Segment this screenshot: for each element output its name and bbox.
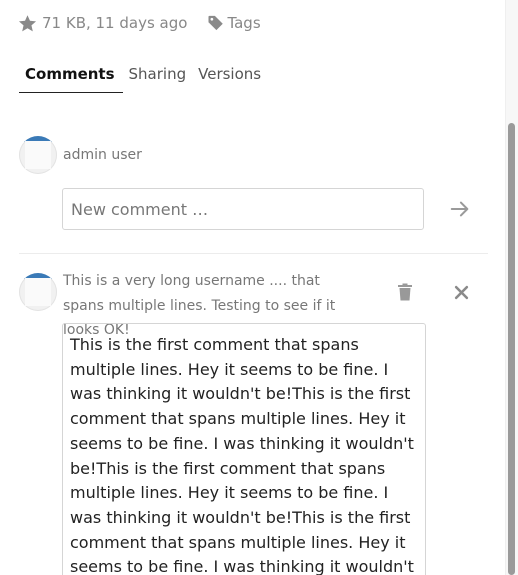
scrollbar-thumb[interactable] [508, 123, 515, 575]
new-comment-input[interactable] [62, 188, 424, 230]
tab-versions[interactable]: Versions [192, 62, 267, 92]
tab-comments[interactable]: Comments [19, 62, 123, 93]
avatar [19, 273, 57, 311]
sidebar-panel: 71 KB, 11 days ago Tags Comments Sharing… [0, 0, 518, 575]
divider [19, 253, 488, 254]
close-button[interactable] [451, 282, 471, 302]
submit-comment-button[interactable] [448, 197, 472, 221]
tab-bar: Comments Sharing Versions [19, 62, 267, 93]
tag-icon [207, 14, 225, 32]
close-icon [454, 285, 468, 299]
tab-sharing[interactable]: Sharing [123, 62, 193, 92]
tags-link[interactable]: Tags [227, 14, 260, 32]
scrollbar[interactable] [505, 0, 518, 575]
star-icon[interactable] [18, 14, 37, 33]
comment-text-editor[interactable]: This is the first comment that spans mul… [62, 323, 426, 575]
arrow-right-icon [450, 201, 469, 217]
composer-username: admin user [63, 147, 142, 163]
trash-icon [398, 283, 412, 301]
file-meta: 71 KB, 11 days ago Tags [18, 12, 261, 34]
avatar [19, 136, 57, 174]
file-size-age: 71 KB, 11 days ago [42, 14, 188, 32]
delete-comment-button[interactable] [395, 282, 415, 302]
